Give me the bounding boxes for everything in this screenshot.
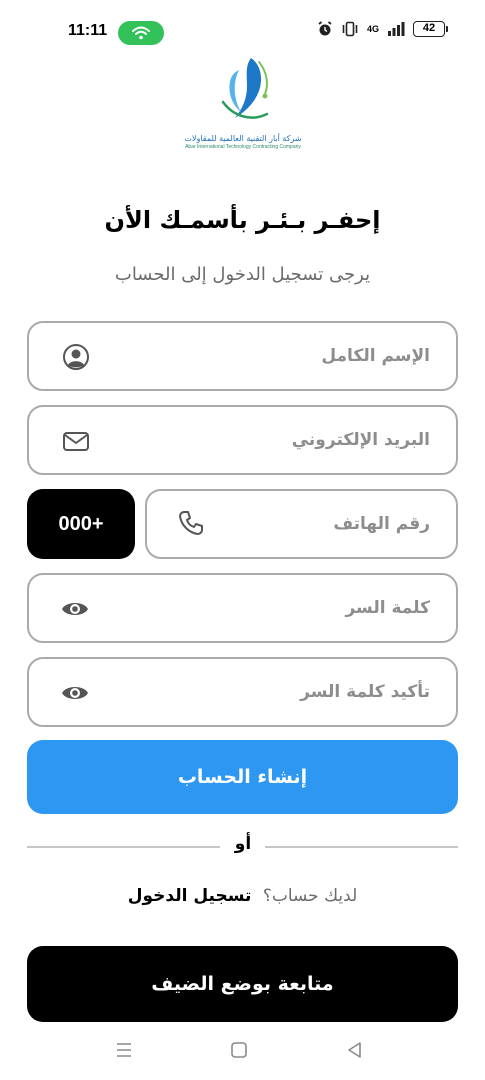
page-subtitle: يرجى تسجيل الدخول إلى الحساب <box>114 264 371 285</box>
menu-icon[interactable] <box>112 1038 136 1062</box>
full-name-placeholder: الإسم الكامل <box>321 346 430 366</box>
country-code-button[interactable]: 000+ <box>27 489 135 559</box>
full-name-field[interactable]: الإسم الكامل <box>27 321 458 391</box>
logo-english-name: Abar International Technology Contractin… <box>185 144 301 150</box>
password-placeholder: كلمة السر <box>345 598 430 618</box>
back-icon[interactable] <box>343 1038 367 1062</box>
eye-icon[interactable] <box>59 679 91 707</box>
page-title: إحفـر بـئـر بأسمـك الأن <box>104 206 381 234</box>
company-logo: شركة أبار التقنية العالمية للمقاولات Aba… <box>170 52 316 162</box>
email-placeholder: البريد الإلكتروني <box>291 430 430 450</box>
alarm-icon <box>318 21 332 36</box>
confirm-password-field[interactable]: تأكيد كلمة السر <box>27 657 458 727</box>
person-icon <box>63 344 89 370</box>
divider-line-right <box>265 846 458 848</box>
phone-field[interactable]: رقم الهاتف <box>145 489 458 559</box>
network-type: 4G <box>366 24 379 34</box>
login-prompt: لديك حساب؟ تسجيل الدخول <box>0 886 485 906</box>
battery-indicator: 42 <box>413 21 448 37</box>
confirm-password-placeholder: تأكيد كلمة السر <box>300 682 430 702</box>
login-link[interactable]: تسجيل الدخول <box>128 886 252 906</box>
wifi-icon <box>132 26 150 40</box>
logo-arabic-name: شركة أبار التقنية العالمية للمقاولات <box>184 134 302 143</box>
vibrate-icon <box>342 21 358 37</box>
password-field[interactable]: كلمة السر <box>27 573 458 643</box>
login-question: لديك حساب؟ <box>262 886 358 906</box>
eye-icon[interactable] <box>59 595 91 623</box>
or-separator: أو <box>234 834 252 854</box>
phone-placeholder: رقم الهاتف <box>333 514 430 534</box>
guest-mode-button[interactable]: متابعة بوضع الضيف <box>27 946 458 1022</box>
status-icons: 4G 42 <box>317 21 448 37</box>
status-time: 11:11 <box>68 22 108 39</box>
battery-level: 42 <box>422 22 436 34</box>
signal-icon <box>388 22 405 36</box>
wifi-hotspot-pill <box>118 21 164 45</box>
email-field[interactable]: البريد الإلكتروني <box>27 405 458 475</box>
divider-line-left <box>27 846 220 848</box>
create-account-button[interactable]: إنشاء الحساب <box>27 740 458 814</box>
phone-icon <box>179 511 203 535</box>
logo-mark-icon <box>221 58 269 119</box>
mail-icon <box>63 432 89 451</box>
home-icon[interactable] <box>227 1038 251 1062</box>
system-nav-bar <box>0 1030 485 1070</box>
